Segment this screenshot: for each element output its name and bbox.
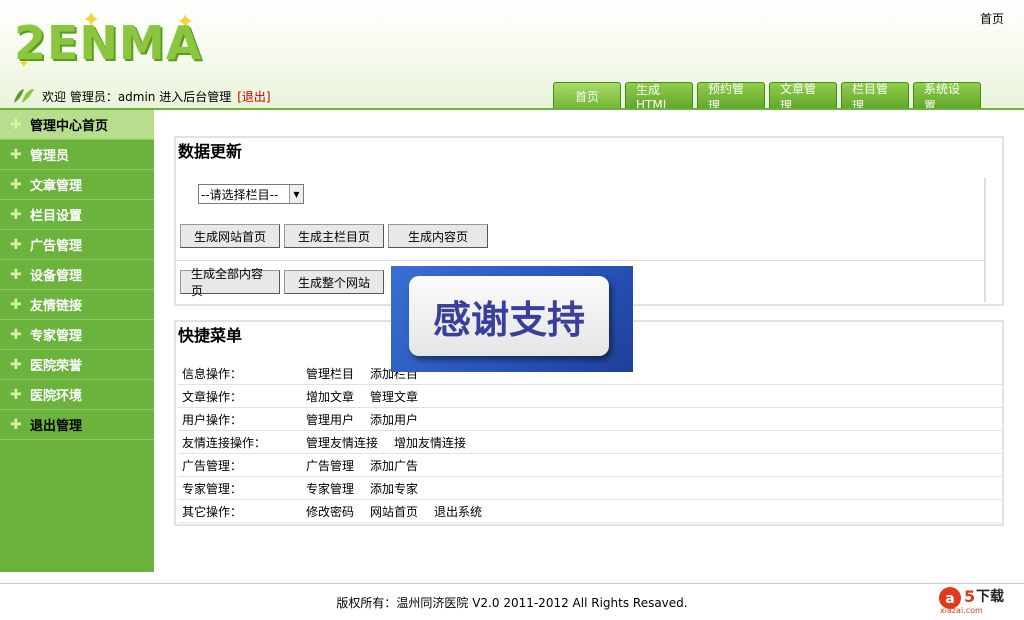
table-row: 其它操作： 修改密码 网站首页 退出系统 — [178, 500, 1002, 523]
nav-tab-columns[interactable]: 栏目管理 — [841, 82, 909, 113]
row-label: 友情连接操作： — [182, 435, 267, 450]
sidebar-item-columns[interactable]: ✚ 栏目设置 — [0, 200, 154, 230]
logo: ✦ ✦ ✦ 2ENMA — [12, 8, 203, 74]
row-label: 专家管理： — [182, 481, 243, 496]
logout-link[interactable]: [退出] — [237, 88, 270, 105]
generate-content-button[interactable]: 生成内容页 — [388, 224, 488, 248]
table-row: 用户操作： 管理用户 添加用户 — [178, 408, 1002, 431]
quick-link-add-user[interactable]: 添加用户 — [370, 411, 418, 428]
plus-icon: ✚ — [10, 176, 22, 193]
generate-all-content-button[interactable]: 生成全部内容页 — [180, 267, 280, 298]
plus-icon: ✚ — [10, 416, 22, 433]
top-nav: 首页 生成HTML 预约管理 文章管理 栏目管理 系统设置 — [553, 82, 981, 113]
welcome-text: 欢迎 管理员：admin 进入后台管理 — [42, 89, 232, 104]
watermark-logo: a 5 下载 xiazai.com — [936, 584, 1018, 616]
sidebar-item-ads[interactable]: ✚ 广告管理 — [0, 230, 154, 260]
quick-link-manage-ads[interactable]: 广告管理 — [306, 457, 354, 474]
welcome-bar: 欢迎 管理员：admin 进入后台管理 [退出] — [12, 86, 271, 106]
table-row: 文章操作： 增加文章 管理文章 — [178, 385, 1002, 408]
plus-icon: ✚ — [10, 356, 22, 373]
row-label: 广告管理： — [182, 458, 243, 473]
thanks-banner-text: 感谢支持 — [409, 276, 609, 356]
quick-link-change-password[interactable]: 修改密码 — [306, 503, 354, 520]
watermark-text: 下载 — [976, 589, 1004, 605]
table-row: 友情连接操作： 管理友情连接 增加友情连接 — [178, 431, 1002, 454]
sidebar-item-equipment[interactable]: ✚ 设备管理 — [0, 260, 154, 290]
sidebar-item-label: 设备管理 — [30, 269, 83, 284]
header: ✦ ✦ ✦ 2ENMA 首页 欢迎 管理员：admin 进入后台管理 [退出] … — [0, 0, 1024, 113]
quick-link-add-expert[interactable]: 添加专家 — [370, 480, 418, 497]
quick-link-manage-links[interactable]: 管理友情连接 — [306, 434, 378, 451]
sidebar-item-label: 医院环境 — [30, 389, 83, 404]
row-label: 文章操作： — [182, 389, 243, 404]
sidebar-item-logout[interactable]: ✚ 退出管理 — [0, 410, 154, 440]
thanks-banner: 感谢支持 — [391, 266, 633, 372]
table-row: 广告管理： 广告管理 添加广告 — [178, 454, 1002, 477]
quick-link-manage-users[interactable]: 管理用户 — [306, 411, 354, 428]
plus-icon: ✚ — [10, 236, 22, 253]
panel-title: 数据更新 — [178, 142, 243, 161]
nav-tab-home[interactable]: 首页 — [553, 82, 621, 110]
plus-icon: ✚ — [10, 116, 22, 133]
nav-tab-settings[interactable]: 系统设置 — [913, 82, 981, 113]
row-label: 信息操作： — [182, 366, 243, 381]
footer-divider — [0, 583, 1024, 584]
sidebar-item-label: 文章管理 — [30, 179, 83, 194]
sidebar-item-label: 友情链接 — [30, 299, 83, 314]
sidebar-item-label: 广告管理 — [30, 239, 83, 254]
footer-copyright: 版权所有：温州同济医院 V2.0 2011-2012 All Rights Re… — [336, 596, 688, 610]
sidebar-item-label: 管理中心首页 — [30, 119, 109, 134]
generate-home-button[interactable]: 生成网站首页 — [180, 224, 280, 248]
svg-text:5: 5 — [964, 587, 975, 606]
sidebar: ✚ 管理中心首页 ✚ 管理员 ✚ 文章管理 ✚ 栏目设置 ✚ 广告管理 ✚ 设备管理 ✚ 友情… — [0, 110, 154, 572]
quick-link-manage-experts[interactable]: 专家管理 — [306, 480, 354, 497]
leaf-icon — [14, 89, 34, 103]
quick-link-manage-columns[interactable]: 管理栏目 — [306, 365, 354, 382]
sidebar-item-label: 栏目设置 — [30, 209, 83, 224]
generate-site-button[interactable]: 生成整个网站 — [284, 270, 384, 294]
plus-icon: ✚ — [10, 326, 22, 343]
sidebar-item-label: 医院荣誉 — [30, 359, 83, 374]
quick-link-add-ad[interactable]: 添加广告 — [370, 457, 418, 474]
plus-icon: ✚ — [10, 386, 22, 403]
table-row: 专家管理： 专家管理 添加专家 — [178, 477, 1002, 500]
category-select[interactable]: --请选择栏目-- ▼ — [198, 184, 304, 204]
svg-text:a: a — [945, 591, 954, 607]
chevron-down-icon: ▼ — [289, 185, 303, 203]
plus-icon: ✚ — [10, 266, 22, 283]
watermark-sub: xiazai.com — [940, 606, 983, 615]
quick-link-manage-articles[interactable]: 管理文章 — [370, 388, 418, 405]
plus-icon: ✚ — [10, 146, 22, 163]
sidebar-item-admin-home[interactable]: ✚ 管理中心首页 — [0, 110, 154, 140]
category-select-value: --请选择栏目-- — [201, 187, 279, 202]
sidebar-item-admins[interactable]: ✚ 管理员 — [0, 140, 154, 170]
sidebar-item-label: 专家管理 — [30, 329, 83, 344]
quick-menu-table: 信息操作： 管理栏目 添加栏目 文章操作： 增加文章 管理文章 用户操作： 管理用户… — [178, 362, 1002, 523]
nav-tab-generate-html[interactable]: 生成HTML — [625, 82, 693, 112]
nav-tab-appointments[interactable]: 预约管理 — [697, 82, 765, 113]
sidebar-item-articles[interactable]: ✚ 文章管理 — [0, 170, 154, 200]
sidebar-item-honors[interactable]: ✚ 医院荣誉 — [0, 350, 154, 380]
sidebar-item-label: 退出管理 — [30, 419, 83, 434]
plus-icon: ✚ — [10, 296, 22, 313]
sidebar-item-environment[interactable]: ✚ 医院环境 — [0, 380, 154, 410]
sidebar-item-label: 管理员 — [30, 149, 70, 164]
logo-text: 2ENMA — [14, 16, 203, 70]
sidebar-item-experts[interactable]: ✚ 专家管理 — [0, 320, 154, 350]
divider — [176, 260, 986, 261]
generate-main-column-button[interactable]: 生成主栏目页 — [284, 224, 384, 248]
top-home-link[interactable]: 首页 — [980, 10, 1004, 27]
row-label: 用户操作： — [182, 412, 243, 427]
nav-tab-articles[interactable]: 文章管理 — [769, 82, 837, 113]
quick-link-exit-system[interactable]: 退出系统 — [434, 503, 482, 520]
quick-link-add-link[interactable]: 增加友情连接 — [394, 434, 466, 451]
row-label: 其它操作： — [182, 504, 243, 519]
quick-link-site-home[interactable]: 网站首页 — [370, 503, 418, 520]
quick-link-add-article[interactable]: 增加文章 — [306, 388, 354, 405]
plus-icon: ✚ — [10, 206, 22, 223]
sidebar-item-links[interactable]: ✚ 友情链接 — [0, 290, 154, 320]
